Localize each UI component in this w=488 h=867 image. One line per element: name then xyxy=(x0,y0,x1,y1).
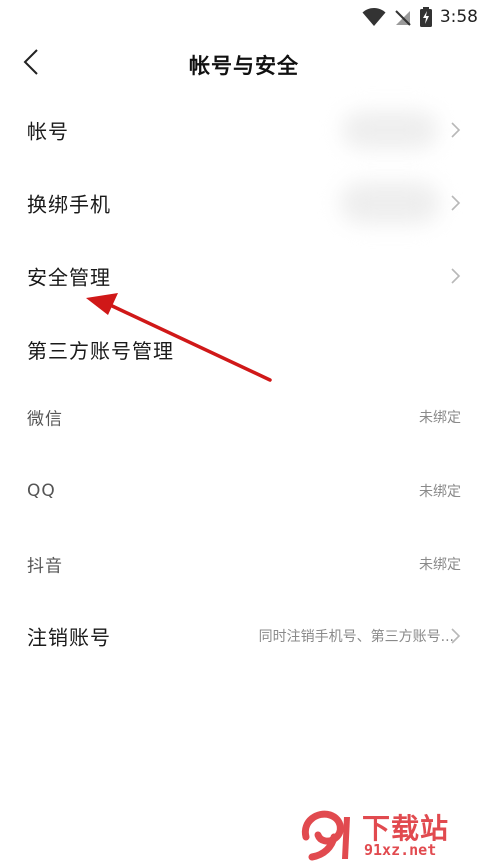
wechat-label: 微信 xyxy=(27,409,63,430)
third-party-section-title: 第三方账号管理 xyxy=(27,339,174,363)
no-signal-icon xyxy=(394,7,412,27)
page-title: 帐号与安全 xyxy=(189,54,299,78)
status-time: 3:58 xyxy=(439,7,478,27)
douyin-label: 抖音 xyxy=(27,556,63,577)
deactivate-account-label: 注销账号 xyxy=(27,625,111,650)
deactivate-account-row[interactable]: 注销账号 同时注销手机号、第三方账号... xyxy=(0,608,488,664)
deactivate-hint: 同时注销手机号、第三方账号... xyxy=(258,629,454,645)
wechat-row[interactable]: 微信 未绑定 xyxy=(0,389,488,445)
chevron-right-icon xyxy=(451,268,461,284)
status-bar: 3:58 xyxy=(0,0,488,34)
status-icons: 3:58 xyxy=(362,6,478,28)
security-management-row[interactable]: 安全管理 xyxy=(0,248,488,304)
qq-status: 未绑定 xyxy=(419,484,461,500)
qq-label: QQ xyxy=(27,481,56,501)
battery-charging-icon xyxy=(419,7,432,27)
account-row[interactable]: 帐号 xyxy=(0,102,488,158)
wifi-icon xyxy=(362,7,386,27)
watermark-logo-icon xyxy=(300,807,358,861)
security-management-label: 安全管理 xyxy=(27,265,111,290)
chevron-right-icon xyxy=(451,628,461,644)
qq-row[interactable]: QQ 未绑定 xyxy=(0,463,488,519)
douyin-status: 未绑定 xyxy=(419,557,461,573)
phone-value-blurred xyxy=(340,182,440,224)
wechat-status: 未绑定 xyxy=(419,410,461,426)
douyin-row[interactable]: 抖音 未绑定 xyxy=(0,536,488,592)
account-value-blurred xyxy=(342,111,438,149)
account-label: 帐号 xyxy=(27,119,69,144)
change-phone-row[interactable]: 换绑手机 xyxy=(0,175,488,231)
nav-bar: 帐号与安全 xyxy=(0,40,488,88)
watermark: 下载站 91xz.net xyxy=(300,805,480,863)
watermark-site: 91xz.net xyxy=(364,841,437,859)
change-phone-label: 换绑手机 xyxy=(27,192,111,217)
chevron-right-icon xyxy=(451,122,461,138)
chevron-right-icon xyxy=(451,195,461,211)
